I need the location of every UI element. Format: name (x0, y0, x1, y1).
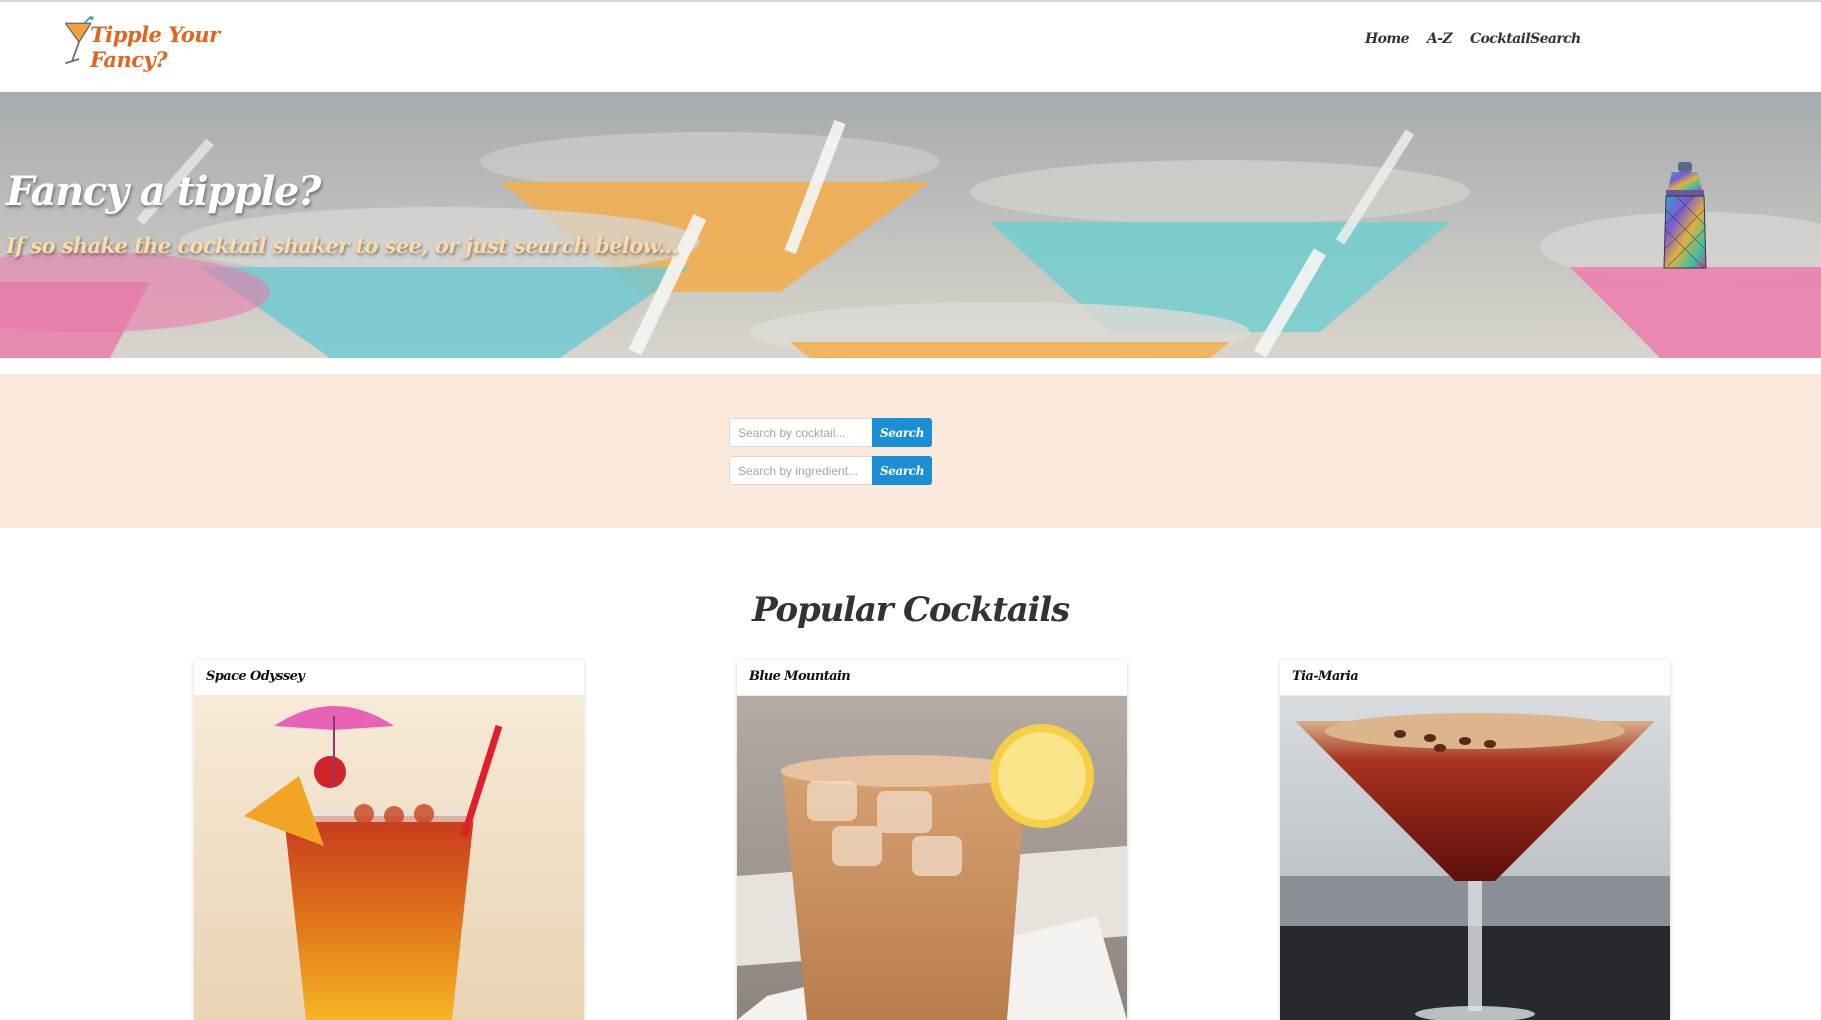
cocktail-image[interactable] (737, 696, 1127, 1020)
hero-subtitle: If so shake the cocktail shaker to see, … (6, 233, 679, 258)
ingredient-search-button[interactable]: Search (872, 456, 932, 485)
cocktail-card-title[interactable]: Tia-Maria (1280, 660, 1670, 696)
ingredient-search-input[interactable] (729, 456, 872, 485)
cocktail-card[interactable]: Blue Mountain (737, 660, 1127, 1020)
popular-cocktails-heading: Popular Cocktails (752, 590, 1070, 630)
nav-a-z[interactable]: A-Z (1427, 31, 1453, 47)
navbar: Tipple Your Fancy? Home A-Z CocktailSear… (0, 2, 1821, 92)
cocktail-search-form: Search (729, 418, 932, 447)
cocktail-image[interactable] (194, 696, 584, 1020)
hero-title: Fancy a tipple? (6, 168, 321, 215)
brand-logo[interactable]: Tipple Your Fancy? (62, 10, 272, 74)
ingredient-search-form: Search (729, 456, 932, 485)
search-panel: Search Search (0, 374, 1821, 528)
hero-banner: Fancy a tipple? If so shake the cocktail… (0, 92, 1821, 358)
cocktail-card-title[interactable]: Space Odyssey (194, 660, 584, 696)
cocktail-shaker-icon[interactable] (1656, 160, 1714, 274)
cocktail-card[interactable]: Tia-Maria (1280, 660, 1670, 1020)
main-nav: Home A-Z CocktailSearch (1365, 31, 1581, 47)
brand-name: Tipple Your Fancy? (90, 22, 220, 72)
cocktail-card[interactable]: Space Odyssey (194, 660, 584, 1020)
nav-home[interactable]: Home (1365, 31, 1409, 47)
nav-cocktail-search[interactable]: CocktailSearch (1470, 31, 1581, 47)
cocktail-search-button[interactable]: Search (872, 418, 932, 447)
hero-background-image (0, 92, 1821, 358)
cocktail-search-input[interactable] (729, 418, 872, 447)
cocktail-image[interactable] (1280, 696, 1670, 1020)
cocktail-card-title[interactable]: Blue Mountain (737, 660, 1127, 696)
